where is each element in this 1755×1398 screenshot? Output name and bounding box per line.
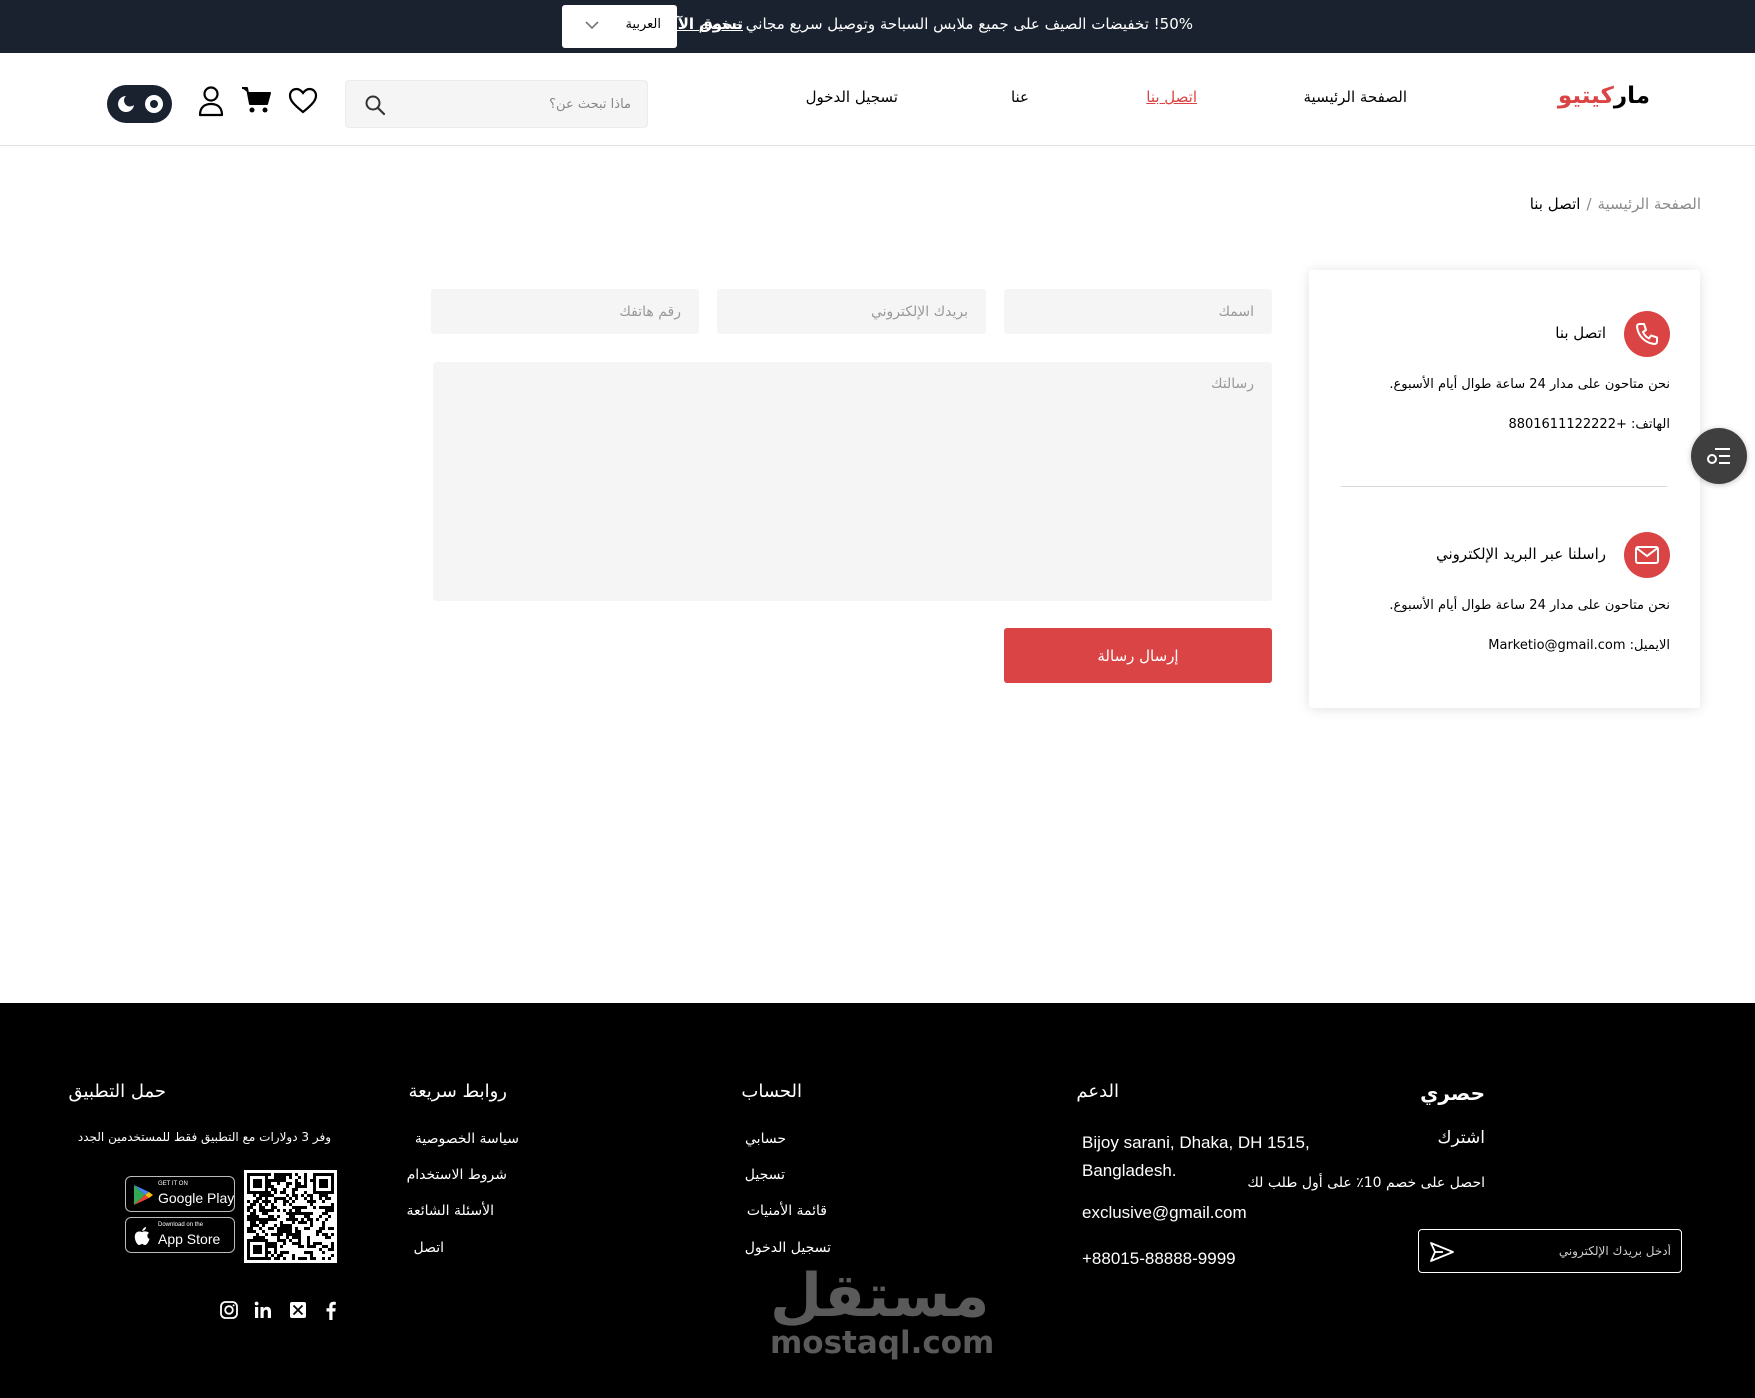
divider xyxy=(1341,486,1667,487)
google-play-badge[interactable]: GET IT ON Google Play xyxy=(125,1176,235,1212)
apple-icon xyxy=(132,1225,152,1247)
nav-about[interactable]: عنا xyxy=(1011,88,1029,106)
mail-email: الايميل: Marketio@gmail.com xyxy=(1488,638,1670,653)
support-phone[interactable]: +88015-88888-9999 xyxy=(1082,1249,1236,1269)
phone-field[interactable] xyxy=(431,289,699,334)
exclusive-title: حصري xyxy=(1420,1081,1485,1105)
search-bar xyxy=(345,80,648,128)
logo-main: مار xyxy=(1613,83,1650,109)
send-icon[interactable] xyxy=(1429,1240,1455,1264)
download-app-title: حمل التطبيق xyxy=(68,1081,166,1102)
instagram-icon[interactable] xyxy=(218,1299,240,1321)
linkedin-icon[interactable] xyxy=(252,1299,274,1321)
mail-icon xyxy=(1624,532,1670,578)
google-play-small: GET IT ON xyxy=(158,1181,188,1187)
mail-title: راسلنا عبر البريد الإلكتروني xyxy=(1436,545,1606,563)
facebook-icon[interactable] xyxy=(320,1299,342,1321)
support-address: Bijoy sarani, Dhaka, DH 1515, Bangladesh… xyxy=(1082,1133,1310,1180)
watermark: مستقل mostaql.com xyxy=(770,1261,995,1361)
cart-icon[interactable] xyxy=(241,85,273,115)
app-store-label: App Store xyxy=(158,1231,221,1247)
watermark-latin: mostaql.com xyxy=(770,1325,995,1361)
email-field[interactable] xyxy=(717,289,986,334)
google-play-icon xyxy=(132,1184,154,1206)
footer-link-privacy[interactable]: سياسة الخصوصية xyxy=(415,1131,519,1147)
x-icon[interactable] xyxy=(287,1299,309,1321)
nav-signup[interactable]: تسجيل الدخول xyxy=(806,88,898,106)
call-phone: الهاتف: +8801611122222 xyxy=(1508,417,1670,432)
footer: حصري اشترك احصل على خصم 10٪ على أول طلب … xyxy=(0,1003,1755,1398)
theme-toggle[interactable] xyxy=(107,85,172,123)
search-input[interactable] xyxy=(401,81,631,127)
qr-modules xyxy=(247,1173,334,1260)
logo-accent: كيتيو xyxy=(1557,83,1614,109)
language-select[interactable]: العربية xyxy=(562,5,677,48)
mail-availability: نحن متاحون على مدار 24 ساعة طوال أيام ال… xyxy=(1389,598,1670,613)
watermark-arabic: مستقل xyxy=(770,1261,990,1331)
name-field[interactable] xyxy=(1004,289,1272,334)
call-availability: نحن متاحون على مدار 24 ساعة طوال أيام ال… xyxy=(1389,377,1670,392)
chevron-down-icon xyxy=(584,19,600,31)
nav-home[interactable]: الصفحة الرئيسية xyxy=(1304,88,1408,106)
support-email[interactable]: exclusive@gmail.com xyxy=(1082,1203,1247,1223)
subscribe-box xyxy=(1418,1229,1682,1273)
footer-link-terms[interactable]: شروط الاستخدام xyxy=(407,1167,507,1183)
promo-text: 50%! تخفيضات الصيف على جميع ملابس السباح… xyxy=(698,15,1193,33)
breadcrumb-separator: / xyxy=(1586,195,1592,213)
wishlist-icon[interactable] xyxy=(288,87,318,115)
subscribe-email-input[interactable] xyxy=(1461,1230,1671,1271)
breadcrumb-home[interactable]: الصفحة الرئيسية xyxy=(1598,195,1702,213)
footer-link-login[interactable]: تسجيل الدخول xyxy=(745,1240,831,1256)
call-title: اتصل بنا xyxy=(1555,324,1606,342)
message-field[interactable] xyxy=(433,362,1272,601)
promo-bar: 50%! تخفيضات الصيف على جميع ملابس السباح… xyxy=(0,0,1755,53)
app-store-badge[interactable]: Download on the App Store xyxy=(125,1217,235,1253)
app-store-small: Download on the xyxy=(158,1222,204,1228)
footer-link-wishlist[interactable]: قائمة الأمنيات xyxy=(747,1203,827,1219)
contact-info-card: اتصل بنا نحن متاحون على مدار 24 ساعة طوا… xyxy=(1309,270,1700,708)
accessibility-button[interactable] xyxy=(1691,428,1747,484)
app-offer: وفر 3 دولارات مع التطبيق فقط للمستخدمين … xyxy=(77,1130,331,1144)
support-title: الدعم xyxy=(1076,1081,1119,1102)
breadcrumb-current: اتصل بنا xyxy=(1529,195,1581,213)
breadcrumb: الصفحة الرئيسية / اتصل بنا xyxy=(1530,195,1701,213)
qr-code xyxy=(244,1170,337,1263)
search-icon[interactable] xyxy=(364,94,386,116)
google-play-label: Google Play xyxy=(158,1190,235,1206)
logo[interactable]: ماركيتيو xyxy=(1558,83,1650,109)
nav-contact[interactable]: اتصل بنا xyxy=(1146,88,1197,106)
footer-link-register[interactable]: تسجيل xyxy=(745,1167,785,1183)
footer-link-my-account[interactable]: حسابي xyxy=(745,1131,786,1147)
footer-link-contact[interactable]: اتصل xyxy=(413,1240,444,1256)
quick-links-title: روابط سريعة xyxy=(408,1081,507,1102)
footer-link-faq[interactable]: الأسئلة الشائعة xyxy=(407,1203,495,1219)
phone-icon xyxy=(1624,311,1670,357)
main-header: ماركيتيو الصفحة الرئيسية اتصل بنا عنا تس… xyxy=(0,53,1755,146)
account-title: الحساب xyxy=(741,1081,802,1102)
user-icon[interactable] xyxy=(197,85,225,117)
subscribe-label: اشترك xyxy=(1437,1128,1486,1148)
language-label: العربية xyxy=(625,17,661,32)
send-message-button[interactable]: إرسال رسالة xyxy=(1004,628,1272,683)
